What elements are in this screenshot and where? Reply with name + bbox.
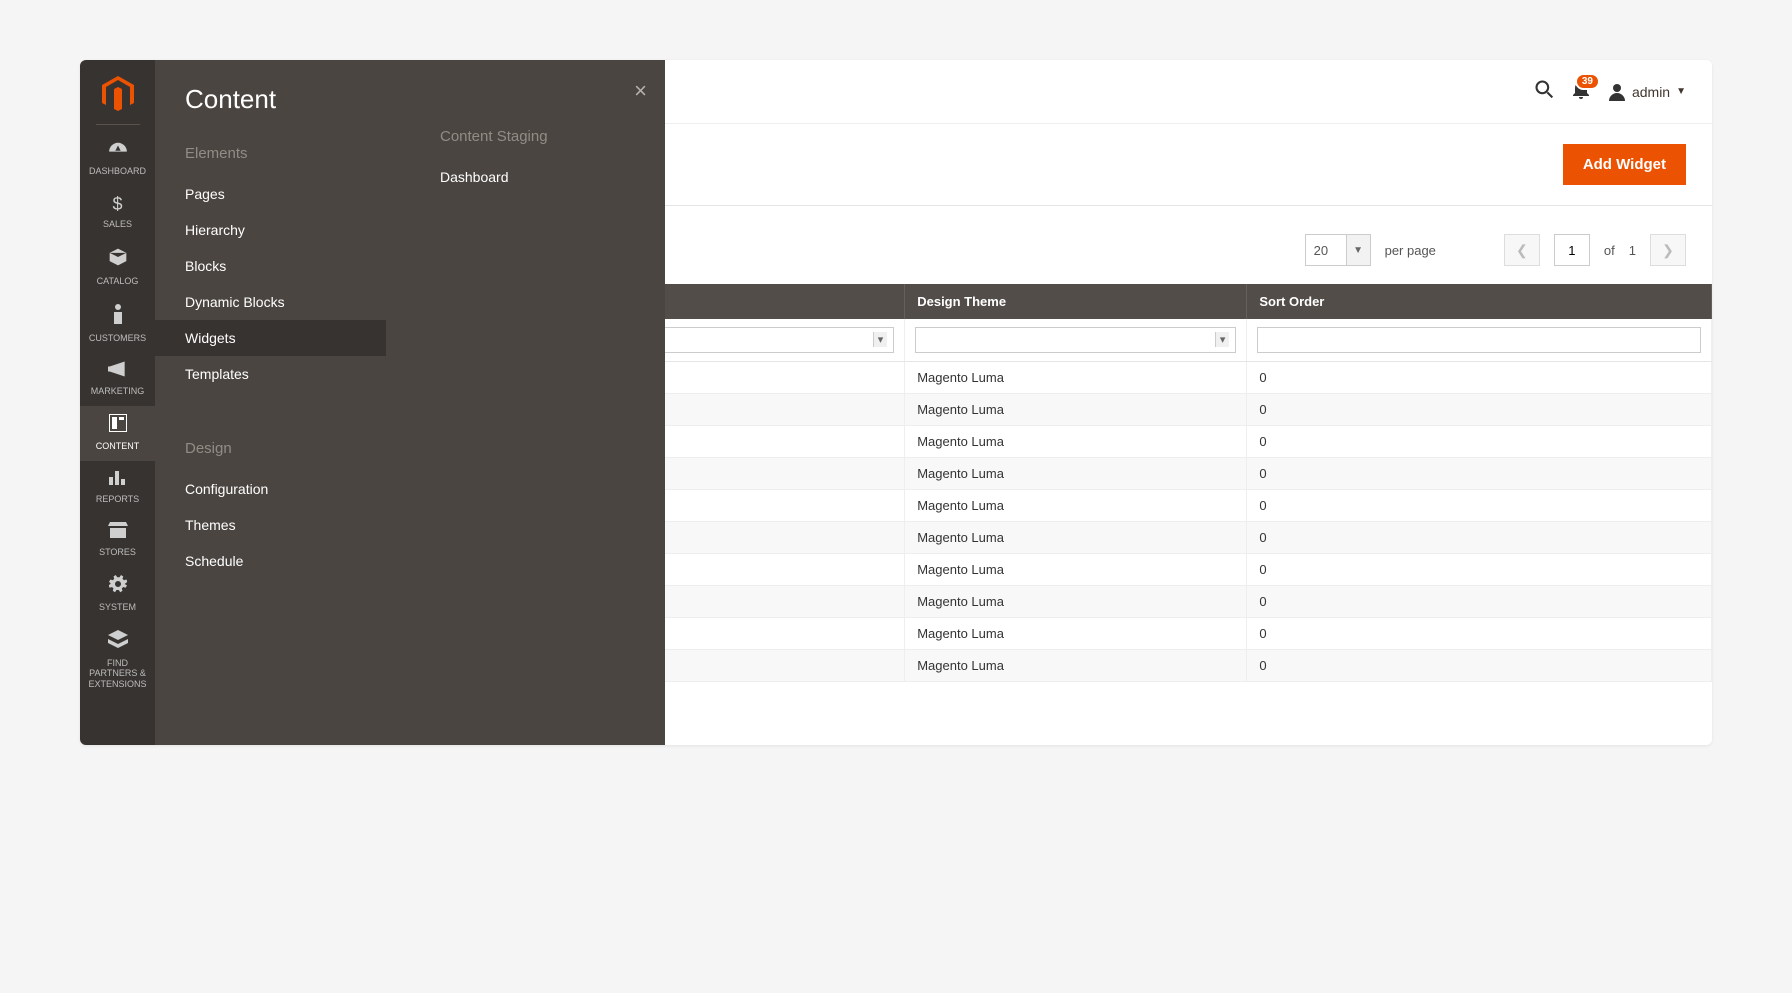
filter-sort-input[interactable] [1257,327,1701,353]
cell-theme: Magento Luma [905,490,1247,522]
close-icon[interactable]: × [634,78,647,104]
flyout-link-configuration[interactable]: Configuration [185,471,386,507]
sidebar-item-marketing[interactable]: MARKETING [80,353,155,406]
sidebar-item-label: DASHBOARD [89,166,146,176]
flyout-link-schedule[interactable]: Schedule [185,543,386,579]
page-size-select[interactable]: 20 ▼ [1305,234,1371,266]
sidebar-item-catalog[interactable]: CATALOG [80,239,155,296]
sidebar-item-partners[interactable]: FIND PARTNERS & EXTENSIONS [80,622,155,700]
cell-theme: Magento Luma [905,554,1247,586]
sidebar-item-label: CUSTOMERS [89,333,146,343]
next-page-button[interactable]: ❯ [1650,234,1686,266]
notification-badge: 39 [1575,73,1600,90]
cell-theme: Magento Luma [905,586,1247,618]
sidebar-item-dashboard[interactable]: DASHBOARD [80,133,155,186]
sidebar-item-content[interactable]: CONTENT [80,406,155,461]
sidebar-item-system[interactable]: SYSTEM [80,567,155,622]
prev-page-button[interactable]: ❮ [1504,234,1540,266]
cell-theme: Magento Luma [905,458,1247,490]
cell-sort: 0 [1247,522,1712,554]
sidebar-item-label: STORES [99,547,136,557]
page-size-value: 20 [1306,235,1346,265]
flyout-link-templates[interactable]: Templates [185,356,386,392]
sidebar-item-sales[interactable]: $ SALES [80,186,155,239]
cell-theme: Magento Luma [905,394,1247,426]
sidebar-item-label: MARKETING [91,386,145,396]
divider [96,124,140,125]
page-number-input[interactable] [1554,234,1590,266]
filter-theme-select[interactable] [915,327,1236,353]
cell-sort: 0 [1247,394,1712,426]
add-widget-button[interactable]: Add Widget [1563,144,1686,185]
cell-sort: 0 [1247,426,1712,458]
column-sort[interactable]: Sort Order [1247,284,1712,319]
flyout-title: Content [185,84,386,115]
store-icon [82,522,153,543]
dollar-icon: $ [82,194,153,215]
partners-icon [82,630,153,654]
cell-theme: Magento Luma [905,426,1247,458]
flyout-link-blocks[interactable]: Blocks [185,248,386,284]
flyout-link-staging-dashboard[interactable]: Dashboard [440,159,641,195]
per-page-label: per page [1385,243,1436,258]
cell-theme: Magento Luma [905,362,1247,394]
search-icon[interactable] [1534,79,1554,105]
box-icon [82,247,153,272]
gear-icon [82,575,153,598]
app-frame: DASHBOARD $ SALES CATALOG CUSTOMERS MARKE… [80,60,1712,745]
content-flyout: × Content Elements Pages Hierarchy Block… [155,60,665,745]
sidebar-item-label: CATALOG [97,276,139,286]
bars-icon [82,469,153,490]
sidebar-item-label: SALES [103,219,132,229]
flyout-section-design: Design [185,440,386,457]
flyout-link-themes[interactable]: Themes [185,507,386,543]
megaphone-icon [82,361,153,382]
sidebar-item-label: REPORTS [96,494,139,504]
of-label: of [1604,243,1615,258]
flyout-section-elements: Elements [185,145,386,162]
cell-sort: 0 [1247,650,1712,682]
cell-sort: 0 [1247,362,1712,394]
username: admin [1632,84,1670,100]
flyout-link-hierarchy[interactable]: Hierarchy [185,212,386,248]
column-theme[interactable]: Design Theme [905,284,1247,319]
cell-theme: Magento Luma [905,650,1247,682]
chevron-down-icon: ▼ [1676,86,1686,97]
person-icon [82,304,153,329]
flyout-link-pages[interactable]: Pages [185,176,386,212]
sidebar-item-customers[interactable]: CUSTOMERS [80,296,155,353]
layout-icon [82,414,153,437]
sidebar-item-stores[interactable]: STORES [80,514,155,567]
flyout-link-dynamic-blocks[interactable]: Dynamic Blocks [185,284,386,320]
cell-theme: Magento Luma [905,522,1247,554]
cell-sort: 0 [1247,490,1712,522]
gauge-icon [82,141,153,162]
user-icon [1608,83,1626,101]
chevron-down-icon: ▼ [1346,235,1370,265]
cell-sort: 0 [1247,618,1712,650]
cell-sort: 0 [1247,458,1712,490]
cell-sort: 0 [1247,554,1712,586]
sidebar-item-label: SYSTEM [99,602,136,612]
sidebar-item-reports[interactable]: REPORTS [80,461,155,514]
admin-sidebar: DASHBOARD $ SALES CATALOG CUSTOMERS MARKE… [80,60,155,745]
sidebar-item-label: CONTENT [96,441,140,451]
cell-sort: 0 [1247,586,1712,618]
magento-logo[interactable] [100,76,136,112]
notifications-button[interactable]: 39 [1572,79,1590,104]
flyout-section-staging: Content Staging [440,128,641,145]
user-menu[interactable]: admin ▼ [1608,83,1686,101]
cell-theme: Magento Luma [905,618,1247,650]
total-pages: 1 [1629,243,1636,258]
flyout-link-widgets[interactable]: Widgets [155,320,386,356]
sidebar-item-label: FIND PARTNERS & EXTENSIONS [88,658,146,690]
